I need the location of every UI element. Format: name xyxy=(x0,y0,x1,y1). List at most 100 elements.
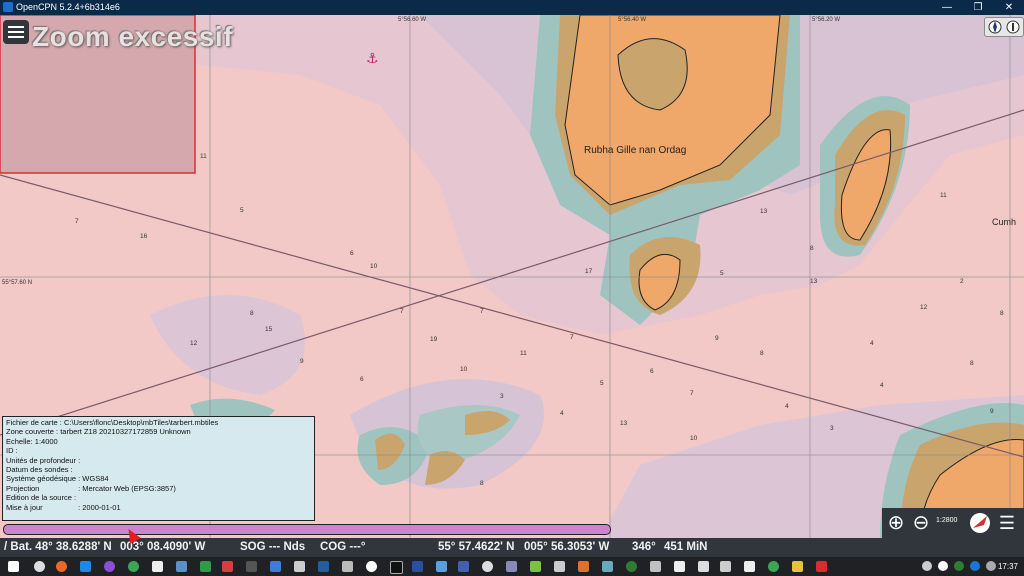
folder-icon[interactable] xyxy=(792,561,803,572)
tray-app-icon[interactable] xyxy=(986,561,996,571)
info-row: Unités de profondeur : xyxy=(6,456,311,465)
depth-sounding: 4 xyxy=(880,382,884,389)
compass-widget[interactable] xyxy=(984,17,1024,37)
app-icon[interactable] xyxy=(768,561,779,572)
info-label: Edition de la source xyxy=(6,493,72,503)
app-icon[interactable] xyxy=(744,561,755,572)
ship-icon xyxy=(970,513,990,533)
taskbar-clock[interactable]: 17:37 xyxy=(998,557,1018,576)
app-icon[interactable] xyxy=(458,561,469,572)
window-titlebar: OpenCPN 5.2.4+6b314e6 — ❐ ✕ xyxy=(0,0,1024,15)
app-icon[interactable] xyxy=(626,561,637,572)
info-value: : xyxy=(76,455,81,465)
place-name-label: Rubha Gille nan Ordag xyxy=(584,145,686,156)
info-value: : xyxy=(68,465,73,475)
info-value: : xyxy=(71,493,77,503)
app-icon[interactable] xyxy=(578,561,589,572)
grid-label-lat: 55°57.60 N xyxy=(2,280,32,286)
app-icon[interactable] xyxy=(412,561,423,572)
depth-sounding: 10 xyxy=(370,263,378,270)
depth-sounding: 4 xyxy=(870,340,874,347)
app-icon[interactable] xyxy=(506,561,517,572)
info-label: ID xyxy=(6,446,14,456)
depth-sounding: 4 xyxy=(560,410,564,417)
info-value: WGS84 xyxy=(80,474,109,484)
depth-sounding: 3 xyxy=(500,393,504,400)
depth-sounding: 7 xyxy=(690,390,694,397)
app-icon[interactable] xyxy=(342,561,353,572)
depth-sounding: 9 xyxy=(990,408,994,415)
pdf-icon[interactable] xyxy=(816,561,827,572)
minimize-button[interactable]: — xyxy=(932,0,962,15)
info-row: Echelle: 1:4000 xyxy=(6,437,311,446)
info-value: tarbert Z18 20210327172859 Unknown xyxy=(58,427,191,437)
depth-sounding: 8 xyxy=(760,350,764,357)
depth-sounding: 5 xyxy=(720,270,724,277)
app-icon[interactable] xyxy=(436,561,447,572)
depth-sounding: 19 xyxy=(430,336,438,343)
info-row: Zone couverte : tarbert Z18 202103271728… xyxy=(6,427,311,436)
maximize-button[interactable]: ❐ xyxy=(963,0,993,15)
tray-app-icon[interactable] xyxy=(954,561,964,571)
depth-sounding: 8 xyxy=(1000,310,1004,317)
windows-start-icon[interactable] xyxy=(8,561,19,572)
app-icon[interactable] xyxy=(650,561,661,572)
zoom-in-button[interactable]: ⊕ xyxy=(884,511,908,535)
firefox-icon[interactable] xyxy=(56,561,67,572)
app-icon[interactable] xyxy=(554,561,565,572)
info-row: Système géodésique : WGS84 xyxy=(6,474,311,483)
info-value: : 2000-01-01 xyxy=(76,502,121,512)
app-icon[interactable] xyxy=(318,561,329,572)
app-icon[interactable] xyxy=(366,561,377,572)
info-value: : Mercator Web (EPSG:3857) xyxy=(76,483,176,493)
app-icon[interactable] xyxy=(294,561,305,572)
grid-label-lon: 5°56.20 W xyxy=(812,17,840,23)
app-icon[interactable] xyxy=(698,561,709,572)
edge-icon[interactable] xyxy=(80,561,91,572)
status-bar: / Bat. 48° 38.6288' N 003° 08.4090' W SO… xyxy=(0,538,1024,557)
app-icon[interactable] xyxy=(530,561,541,572)
depth-sounding: 10 xyxy=(460,366,468,373)
app-icon[interactable] xyxy=(246,561,257,572)
app-icon[interactable] xyxy=(200,561,211,572)
info-label: Datum des sondes xyxy=(6,465,69,475)
info-label: Mise à jour xyxy=(6,502,43,512)
depth-sounding: 7 xyxy=(75,218,79,225)
app-icon[interactable] xyxy=(602,561,613,572)
tray-app-icon[interactable] xyxy=(970,561,980,571)
info-row: Projection : Mercator Web (EPSG:3857) xyxy=(6,484,311,493)
app-icon[interactable] xyxy=(152,561,163,572)
opencpn-taskbar-icon[interactable] xyxy=(176,561,187,572)
app-icon[interactable] xyxy=(482,561,493,572)
depth-sounding: 6 xyxy=(360,376,364,383)
app-icon[interactable] xyxy=(720,561,731,572)
depth-sounding: 17 xyxy=(585,268,593,275)
network-icon[interactable] xyxy=(938,561,948,571)
info-row: Edition de la source : xyxy=(6,493,311,502)
zoom-out-button[interactable]: ⊖ xyxy=(909,511,933,535)
app-icon[interactable] xyxy=(270,561,281,572)
chart-bar[interactable] xyxy=(3,524,611,535)
opencpn-app-icon xyxy=(3,2,13,12)
app-icon[interactable] xyxy=(390,561,403,574)
depth-sounding: 12 xyxy=(920,304,928,311)
toolbar-menu-button[interactable]: ☰ xyxy=(995,511,1019,535)
app-icon[interactable] xyxy=(222,561,233,572)
app-icon[interactable] xyxy=(104,561,115,572)
close-button[interactable]: ✕ xyxy=(994,0,1024,15)
main-menu-button[interactable] xyxy=(3,20,29,44)
info-row: Fichier de carte : C:\Users\flonc\Deskto… xyxy=(6,418,311,427)
boat-latitude: / Bat. 48° 38.6288' N xyxy=(4,541,112,553)
edge-place-label: Cumh xyxy=(992,217,1016,227)
depth-sounding: 8 xyxy=(810,245,814,252)
cursor-longitude: 005° 56.3053' W xyxy=(524,541,610,553)
ship-follow-button[interactable] xyxy=(968,511,992,535)
volume-icon[interactable] xyxy=(922,561,932,571)
app-icon[interactable] xyxy=(674,561,685,572)
settings-icon[interactable] xyxy=(34,561,45,572)
window-title: OpenCPN 5.2.4+6b314e6 xyxy=(16,2,120,12)
depth-sounding: 4 xyxy=(785,403,789,410)
chrome-icon[interactable] xyxy=(128,561,139,572)
depth-sounding: 7 xyxy=(400,308,404,315)
info-label: Unités de profondeur xyxy=(6,455,77,465)
